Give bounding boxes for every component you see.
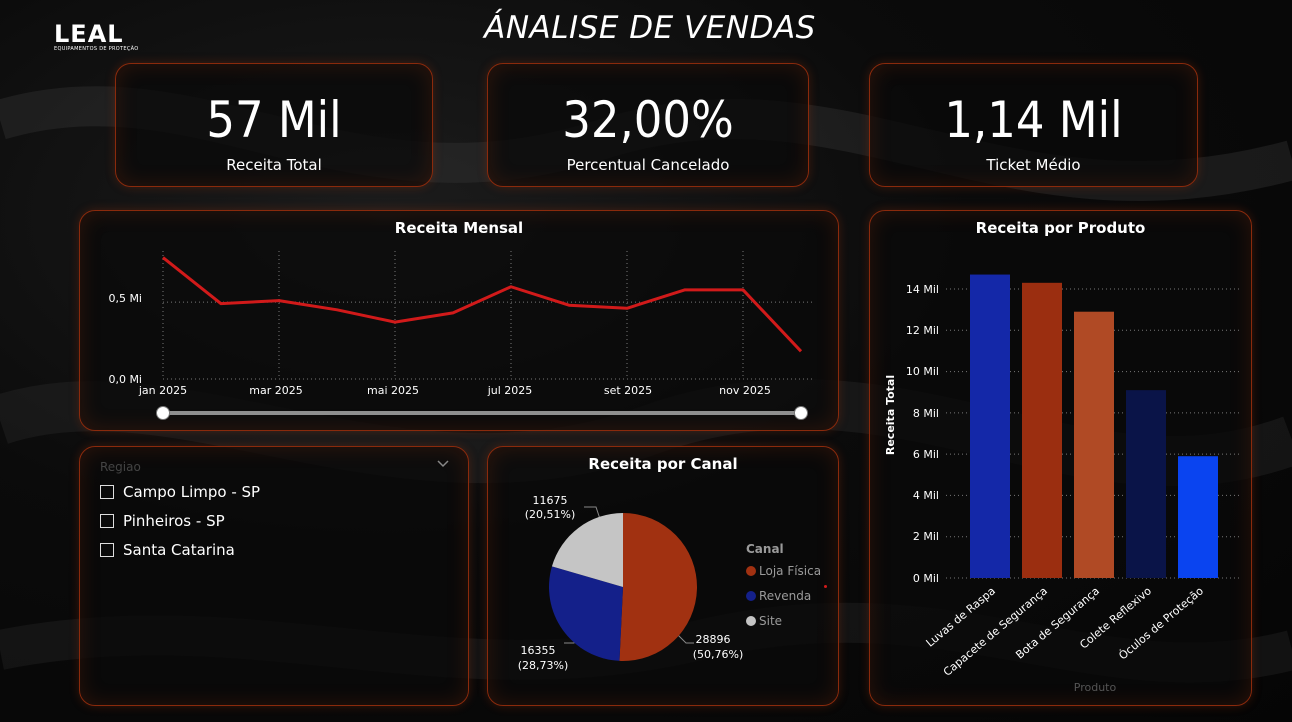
y-tick-label: 0 Mil [913,572,939,585]
slicer-item-pinheiros[interactable]: Pinheiros - SP [100,511,225,531]
x-tick-label: jul 2025 [487,384,533,397]
bar-3[interactable] [1126,390,1166,578]
slicer-item-label: Campo Limpo - SP [123,483,261,501]
slicer-item-campo-limpo[interactable]: Campo Limpo - SP [100,482,260,502]
logo-subtitle: EQUIPAMENTOS DE PROTEÇÃO [54,46,139,52]
legend-dot [746,566,756,576]
pie-data-label-value: 28896 [696,633,731,646]
y-tick-label: 6 Mil [913,448,939,461]
legend-item-site[interactable]: Site [746,614,782,628]
kpi-label: Receita Total [226,156,322,174]
kpi-card-ticket-medio[interactable]: 1,14 Mil Ticket Médio [869,63,1198,187]
pie-data-label-value: 16355 [521,644,556,657]
x-tick-label: mar 2025 [249,384,302,397]
kpi-card-percentual-cancelado[interactable]: 32,00% Percentual Cancelado [487,63,809,187]
bar-0[interactable] [970,274,1010,578]
y-tick-label: 14 Mil [906,283,939,296]
y-tick-label: 12 Mil [906,324,939,337]
x-tick-label: set 2025 [604,384,652,397]
revenue-line-series [162,256,803,353]
kpi-value: 1,14 Mil [944,91,1123,149]
logo-text: LEAL [54,20,124,48]
bar-2[interactable] [1074,311,1114,578]
channel-revenue-card[interactable]: Receita por Canal 11675 (20,51%) 16355 (… [487,446,839,706]
pie-data-label-pct: (20,51%) [525,508,576,521]
x-tick-label: Capacete de Segurança [941,584,1050,678]
y-tick-label: 0,5 Mi [108,292,142,305]
pie-data-label-pct: (50,76%) [693,648,744,661]
legend-title: Canal [746,542,784,556]
company-logo: LEAL EQUIPAMENTOS DE PROTEÇÃO [54,22,154,53]
x-tick-label: Óculos de Proteção [1116,584,1206,662]
region-slicer-card[interactable]: Regiao Campo Limpo - SP Pinheiros - SP S… [79,446,469,706]
slicer-header: Regiao [100,460,141,474]
legend-item-revenda[interactable]: Revenda [746,589,811,603]
pie-slice-loja-f-sica[interactable] [619,513,697,661]
x-tick-label: mai 2025 [367,384,419,397]
kpi-card-receita-total[interactable]: 57 Mil Receita Total [115,63,433,187]
slicer-item-santa-catarina[interactable]: Santa Catarina [100,540,235,560]
pie-data-label-value: 11675 [533,494,568,507]
pie-data-label-pct: (28,73%) [518,659,569,672]
y-tick-label: 2 Mil [913,530,939,543]
x-tick-label: jan 2025 [138,384,187,397]
legend-scroll-indicator[interactable] [824,585,827,588]
pie-leader-line [677,634,694,644]
y-tick-label: 10 Mil [906,365,939,378]
chevron-down-icon[interactable] [436,457,450,471]
checkbox[interactable] [100,514,114,528]
legend-label: Revenda [759,589,812,603]
legend-dot [746,616,756,626]
checkbox[interactable] [100,543,114,557]
page-title: ÁNALISE DE VENDAS [484,10,816,46]
pie-leader-line [584,506,601,520]
slicer-item-label: Pinheiros - SP [123,512,225,530]
y-tick-label: 4 Mil [913,489,939,502]
bar-4[interactable] [1178,456,1218,578]
bar-1[interactable] [1022,282,1062,578]
kpi-value: 32,00% [562,91,734,149]
x-axis-title: Produto [1074,681,1117,694]
kpi-value: 57 Mil [206,91,342,149]
monthly-revenue-chart[interactable]: 0,5 Mi 0,0 Mi jan 2025 mar 2025 mai 2025… [80,211,838,430]
monthly-revenue-card[interactable]: Receita Mensal 0,5 Mi 0,0 Mi jan 2025 ma… [79,210,839,431]
y-axis-title: Receita Total [884,375,897,455]
kpi-label: Percentual Cancelado [566,156,730,174]
y-tick-label: 0,0 Mi [108,373,142,386]
product-revenue-chart[interactable]: Receita Total 14 Mil 12 Mil 10 Mil 8 Mil… [870,211,1251,705]
legend-label: Loja Física [759,564,822,578]
y-tick-label: 8 Mil [913,407,939,420]
kpi-label: Ticket Médio [986,156,1081,174]
legend-dot [746,591,756,601]
x-tick-label: nov 2025 [719,384,771,397]
slicer-item-label: Santa Catarina [123,541,235,559]
legend-label: Site [759,614,783,628]
checkbox[interactable] [100,485,114,499]
date-range-start-handle[interactable] [156,406,170,420]
date-range-end-handle[interactable] [794,406,808,420]
legend-item-loja-fisica[interactable]: Loja Física [746,564,821,578]
product-revenue-card[interactable]: Receita por Produto Receita Total 14 Mil… [869,210,1252,706]
